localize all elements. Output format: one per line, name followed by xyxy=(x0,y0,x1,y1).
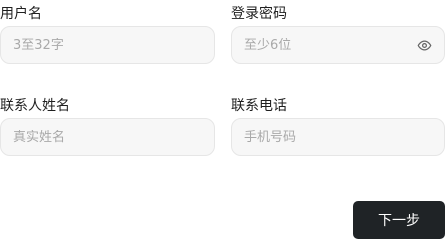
contact-phone-label: 联系电话 xyxy=(231,98,287,114)
username-input[interactable] xyxy=(13,37,202,53)
username-label: 用户名 xyxy=(0,6,42,22)
contact-phone-input[interactable] xyxy=(244,129,432,145)
contact-phone-field[interactable] xyxy=(231,118,445,156)
next-button[interactable]: 下一步 xyxy=(353,201,445,239)
contact-name-label: 联系人姓名 xyxy=(0,98,70,114)
password-input[interactable] xyxy=(244,37,416,53)
contact-name-input[interactable] xyxy=(13,129,202,145)
contact-name-field[interactable] xyxy=(0,118,215,156)
eye-icon[interactable] xyxy=(416,37,432,53)
username-field[interactable] xyxy=(0,26,215,64)
password-label: 登录密码 xyxy=(231,6,287,22)
password-field[interactable] xyxy=(231,26,445,64)
